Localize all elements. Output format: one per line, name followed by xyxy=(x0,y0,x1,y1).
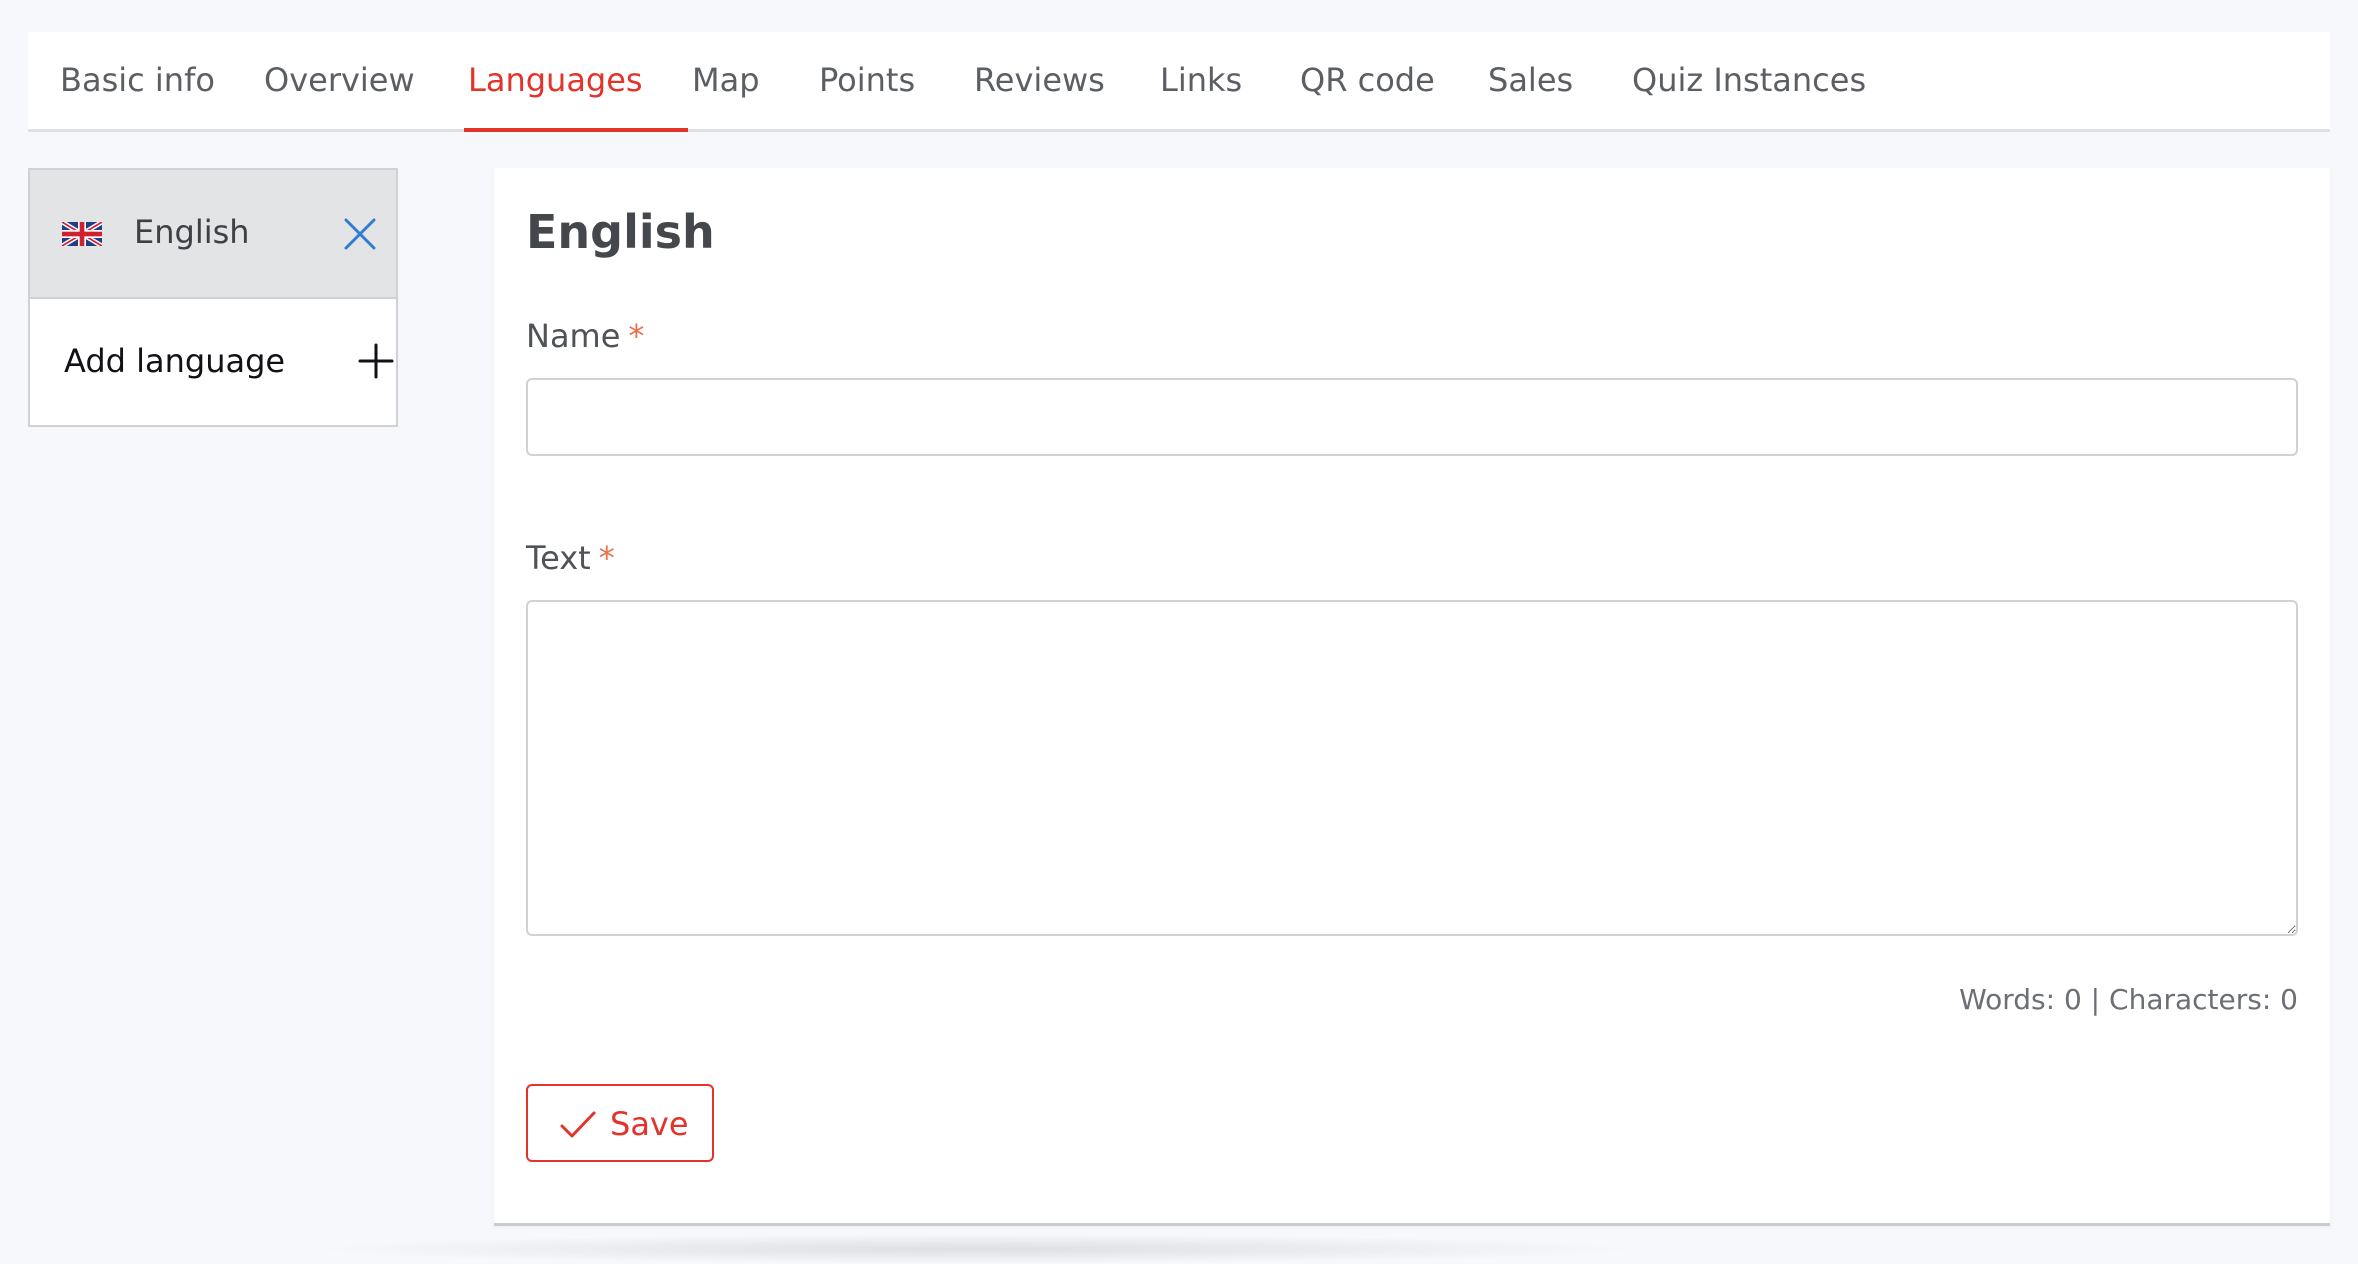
bottom-shadow xyxy=(300,1234,1650,1264)
tab-languages[interactable]: Languages xyxy=(468,32,643,132)
tab-qr-code[interactable]: QR code xyxy=(1300,32,1435,132)
language-item-english[interactable]: English xyxy=(30,170,396,299)
tab-points[interactable]: Points xyxy=(819,32,915,132)
add-language-label: Add language xyxy=(64,342,286,380)
required-marker: * xyxy=(598,539,615,577)
active-tab-indicator xyxy=(464,128,688,132)
name-field-label: Name * xyxy=(526,316,644,356)
tab-basic-info[interactable]: Basic info xyxy=(60,32,215,132)
text-textarea[interactable] xyxy=(526,600,2298,936)
close-icon[interactable] xyxy=(342,216,378,252)
tab-map[interactable]: Map xyxy=(692,32,760,132)
save-button-label: Save xyxy=(610,1105,689,1143)
language-list: English Add language xyxy=(28,168,398,427)
name-label-text: Name xyxy=(526,317,621,355)
tab-sales[interactable]: Sales xyxy=(1488,32,1573,132)
plus-icon xyxy=(358,343,394,379)
tab-reviews[interactable]: Reviews xyxy=(974,32,1105,132)
required-marker: * xyxy=(628,317,645,355)
tab-quiz-instances[interactable]: Quiz Instances xyxy=(1632,32,1866,132)
form-title: English xyxy=(526,205,715,259)
word-character-counter: Words: 0 | Characters: 0 xyxy=(1959,983,2298,1016)
check-icon xyxy=(560,1111,596,1138)
add-language-button[interactable]: Add language xyxy=(30,299,396,425)
text-field-label: Text * xyxy=(526,538,615,578)
language-item-label: English xyxy=(134,213,250,251)
uk-flag-icon xyxy=(62,222,102,246)
name-input[interactable] xyxy=(526,378,2298,456)
tab-links[interactable]: Links xyxy=(1160,32,1242,132)
text-label-text: Text xyxy=(526,539,591,577)
tab-bar: Basic info Overview Languages Map Points… xyxy=(28,32,2330,132)
save-button[interactable]: Save xyxy=(526,1084,714,1162)
language-form-card: English Name * Text * Words: 0 | Character… xyxy=(494,168,2330,1226)
tab-overview[interactable]: Overview xyxy=(264,32,415,132)
